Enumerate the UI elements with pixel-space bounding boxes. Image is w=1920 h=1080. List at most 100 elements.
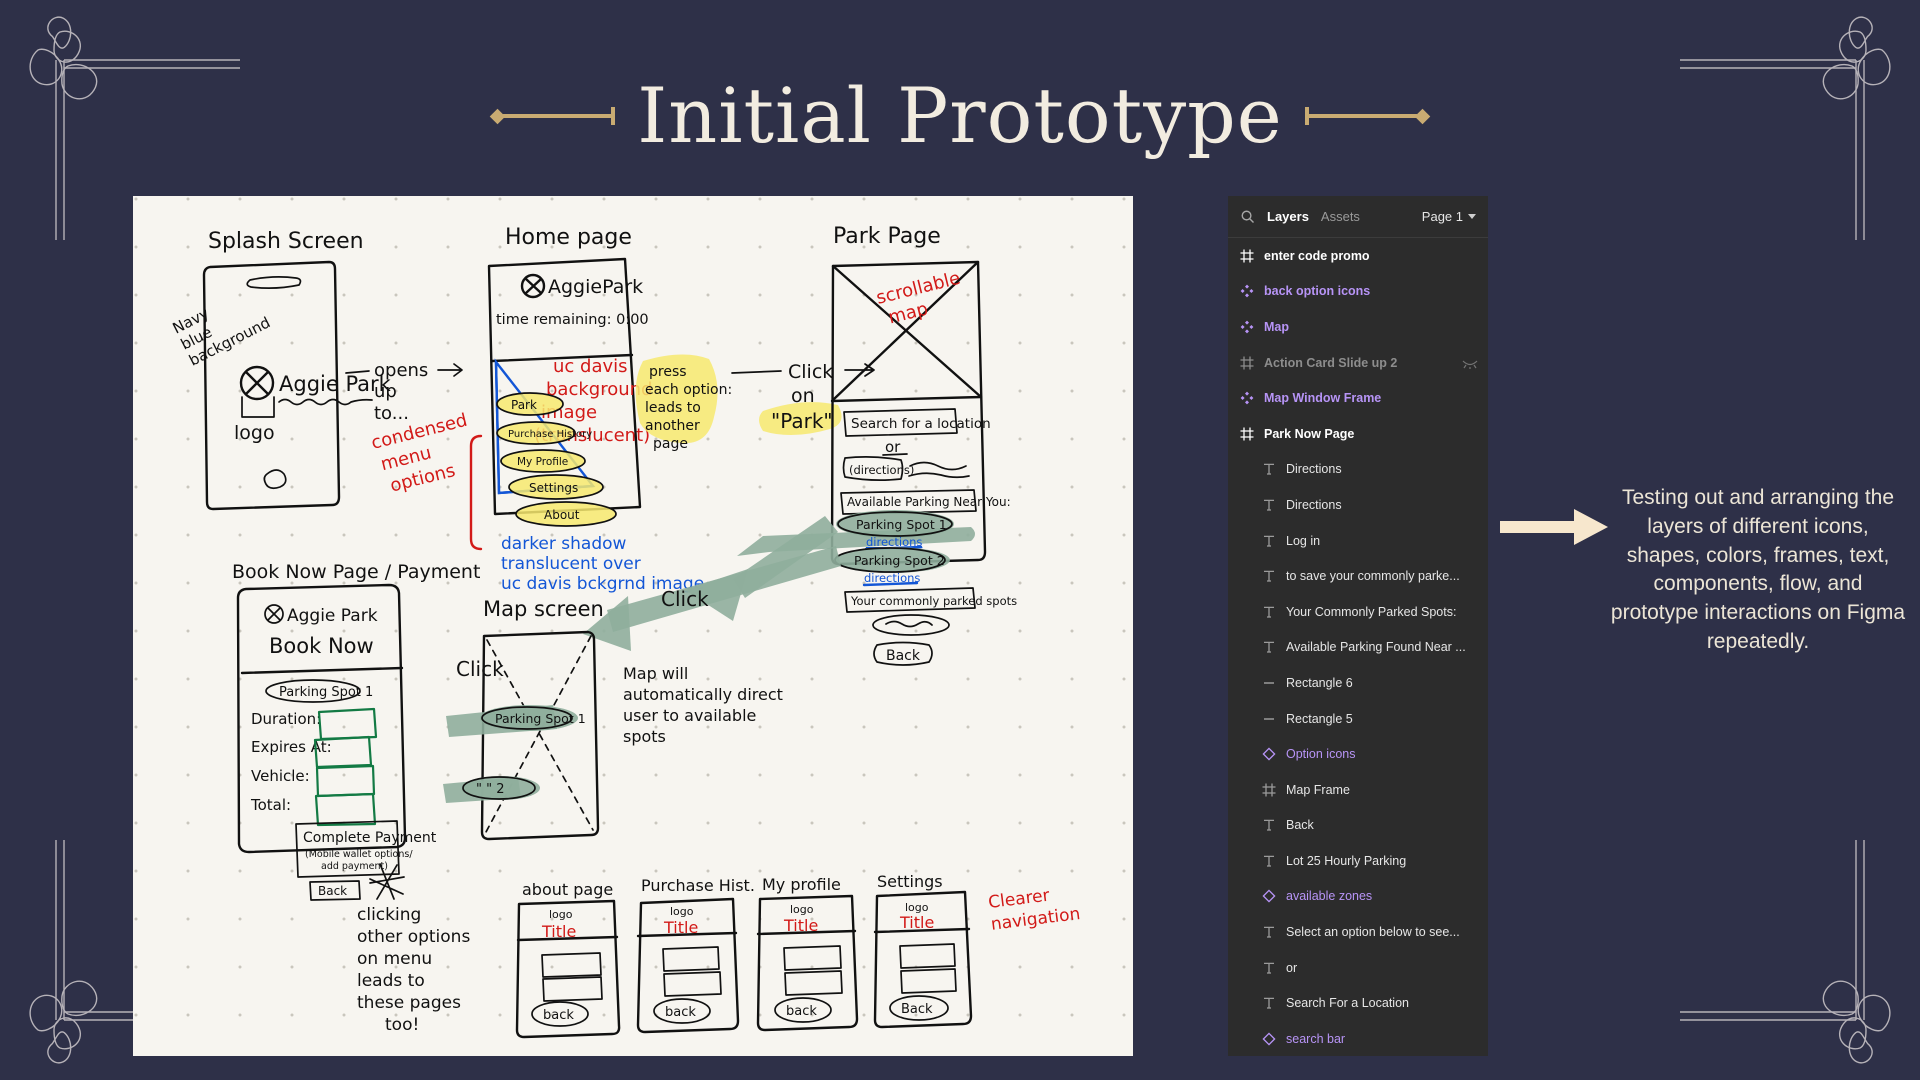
layer-label: Select an option below to see... bbox=[1286, 925, 1460, 940]
component-icon bbox=[1240, 391, 1254, 405]
svg-text:Title: Title bbox=[541, 922, 576, 941]
svg-text:Splash Screen: Splash Screen bbox=[208, 229, 364, 254]
svg-text:Title: Title bbox=[663, 918, 698, 937]
svg-text:about page: about page bbox=[522, 880, 613, 899]
svg-text:Vehicle:: Vehicle: bbox=[251, 767, 310, 785]
layer-label: Available Parking Found Near ... bbox=[1286, 640, 1466, 655]
tab-layers[interactable]: Layers bbox=[1267, 209, 1309, 224]
text-icon bbox=[1262, 498, 1276, 512]
corner-flourish-bottom-right bbox=[1672, 832, 1912, 1072]
page-selector-label: Page 1 bbox=[1421, 209, 1463, 224]
layer-label: back option icons bbox=[1264, 284, 1371, 299]
svg-text:"Park": "Park" bbox=[771, 409, 833, 433]
layer-label: Search For a Location bbox=[1286, 996, 1409, 1011]
text-icon bbox=[1262, 534, 1276, 548]
search-icon[interactable] bbox=[1240, 209, 1255, 224]
svg-text:back: back bbox=[543, 1008, 574, 1023]
figma-layer-list[interactable]: enter code promo back option icons Map Acti… bbox=[1228, 238, 1488, 1056]
layer-label: Log in bbox=[1286, 533, 1321, 548]
svg-text:logo: logo bbox=[790, 903, 814, 916]
slide-caption: Testing out and arranging the layers of … bbox=[1610, 486, 1906, 653]
line-icon bbox=[1262, 712, 1276, 726]
layer-row[interactable]: enter code promo bbox=[1228, 238, 1488, 274]
svg-text:back: back bbox=[665, 1005, 696, 1020]
page-title: Initial Prototype bbox=[637, 71, 1283, 160]
svg-text:Back: Back bbox=[318, 884, 347, 898]
title-rule-left bbox=[489, 107, 616, 125]
text-icon bbox=[1262, 996, 1276, 1010]
layer-row[interactable]: search bar bbox=[1228, 1021, 1488, 1056]
layer-row[interactable]: Search For a Location bbox=[1228, 985, 1488, 1021]
svg-text:Available Parking Near You:: Available Parking Near You: bbox=[847, 495, 1011, 509]
svg-text:Parking Spot 1: Parking Spot 1 bbox=[856, 517, 947, 532]
text-icon bbox=[1262, 961, 1276, 975]
component-icon bbox=[1240, 320, 1254, 334]
layer-label: available zones bbox=[1286, 889, 1373, 904]
layer-row[interactable]: back option icons bbox=[1228, 274, 1488, 310]
svg-text:time remaining: 0:00: time remaining: 0:00 bbox=[496, 312, 649, 328]
layer-row[interactable]: Park Now Page bbox=[1228, 416, 1488, 452]
layer-row[interactable]: Map bbox=[1228, 309, 1488, 345]
layer-label: to save your commonly parke... bbox=[1286, 569, 1460, 584]
svg-text:Aggie Park: Aggie Park bbox=[287, 606, 378, 626]
tab-assets[interactable]: Assets bbox=[1321, 209, 1360, 224]
svg-text:AggiePark: AggiePark bbox=[548, 276, 643, 298]
page-selector[interactable]: Page 1 bbox=[1422, 209, 1476, 224]
eye-hidden-icon[interactable] bbox=[1462, 358, 1478, 369]
layer-row[interactable]: available zones bbox=[1228, 879, 1488, 915]
layer-row[interactable]: Option icons bbox=[1228, 736, 1488, 772]
instance-icon bbox=[1262, 747, 1276, 761]
layer-row[interactable]: to save your commonly parke... bbox=[1228, 558, 1488, 594]
layer-label: or bbox=[1286, 960, 1298, 975]
layer-row[interactable]: Your Commonly Parked Spots: bbox=[1228, 594, 1488, 630]
chevron-down-icon bbox=[1468, 214, 1476, 219]
text-icon bbox=[1262, 569, 1276, 583]
svg-text:My Profile: My Profile bbox=[517, 456, 568, 468]
svg-text:up: up bbox=[374, 381, 397, 402]
text-icon bbox=[1262, 462, 1276, 476]
svg-text:Parking Spot 2: Parking Spot 2 bbox=[854, 553, 945, 568]
prototype-sketch-board: .hw { font-family:"DejaVu Sans","Liberat… bbox=[133, 196, 1133, 1056]
svg-text:Book Now: Book Now bbox=[269, 634, 374, 658]
svg-text:logo: logo bbox=[234, 422, 275, 444]
svg-text:Title: Title bbox=[783, 916, 818, 935]
layer-row[interactable]: Select an option below to see... bbox=[1228, 914, 1488, 950]
layer-label: Action Card Slide up 2 bbox=[1264, 355, 1398, 370]
layer-row[interactable]: Directions bbox=[1228, 487, 1488, 523]
layer-row[interactable]: Rectangle 6 bbox=[1228, 665, 1488, 701]
svg-text:or: or bbox=[885, 438, 901, 456]
text-icon bbox=[1262, 818, 1276, 832]
layer-label: Lot 25 Hourly Parking bbox=[1286, 853, 1407, 868]
layer-row[interactable]: Action Card Slide up 2 bbox=[1228, 345, 1488, 381]
slide-title-row: Initial Prototype bbox=[0, 78, 1920, 154]
caption-arrow-icon bbox=[1500, 509, 1608, 545]
svg-text:Click: Click bbox=[661, 587, 709, 611]
layer-label: Directions bbox=[1286, 462, 1342, 477]
svg-text:Total:: Total: bbox=[250, 796, 291, 814]
svg-text:Your commonly parked spots: Your commonly parked spots bbox=[850, 594, 1017, 608]
layer-row[interactable]: Rectangle 5 bbox=[1228, 701, 1488, 737]
text-icon bbox=[1262, 925, 1276, 939]
svg-text:Title: Title bbox=[899, 913, 934, 932]
layer-row[interactable]: Available Parking Found Near ... bbox=[1228, 630, 1488, 666]
svg-text:Click: Click bbox=[788, 361, 833, 383]
layer-row[interactable]: Map Frame bbox=[1228, 772, 1488, 808]
instance-icon bbox=[1262, 1032, 1276, 1046]
frame-icon bbox=[1262, 783, 1276, 797]
layer-row[interactable]: Map Window Frame bbox=[1228, 380, 1488, 416]
figma-panel-header: Layers Assets Page 1 bbox=[1228, 196, 1488, 238]
layer-label: Park Now Page bbox=[1264, 426, 1355, 441]
figma-layers-panel[interactable]: Layers Assets Page 1 enter code promo bac… bbox=[1228, 196, 1488, 1056]
layer-row[interactable]: or bbox=[1228, 950, 1488, 986]
component-icon bbox=[1240, 284, 1254, 298]
layer-row[interactable]: Back bbox=[1228, 808, 1488, 844]
layer-row[interactable]: Directions bbox=[1228, 452, 1488, 488]
svg-text:logo: logo bbox=[670, 905, 694, 918]
svg-text:Home page: Home page bbox=[505, 225, 632, 250]
svg-text:My profile: My profile bbox=[762, 875, 841, 894]
layer-row[interactable]: Lot 25 Hourly Parking bbox=[1228, 843, 1488, 879]
frame-icon bbox=[1240, 249, 1254, 263]
svg-text:Purchase History: Purchase History bbox=[508, 429, 592, 440]
layer-label: Option icons bbox=[1286, 747, 1356, 762]
layer-row[interactable]: Log in bbox=[1228, 523, 1488, 559]
